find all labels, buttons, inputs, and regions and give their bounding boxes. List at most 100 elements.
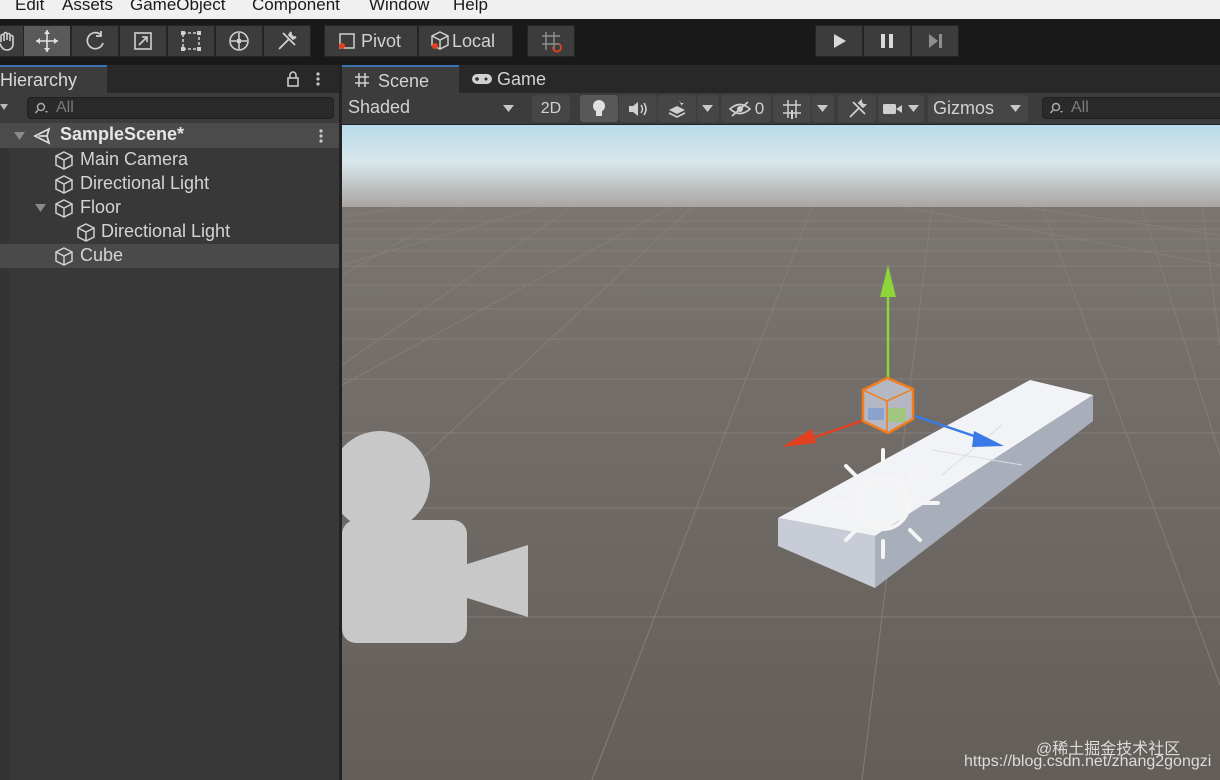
- grid-dropdown[interactable]: [812, 95, 834, 122]
- play-button[interactable]: [815, 25, 863, 57]
- local-label: Local: [452, 30, 496, 51]
- rotate-tool-button[interactable]: [71, 25, 119, 57]
- search-placeholder: All: [56, 99, 74, 116]
- gamepad-icon: [472, 74, 492, 84]
- menu-edit[interactable]: Edit: [15, 0, 44, 15]
- step-icon: [929, 34, 942, 48]
- menu-assets[interactable]: Assets: [62, 0, 113, 15]
- scene-visibility-toggle[interactable]: 0: [721, 95, 771, 122]
- effects-dropdown[interactable]: [697, 95, 719, 122]
- scene-search-input[interactable]: All: [1042, 97, 1220, 119]
- skybox: [342, 125, 1220, 207]
- menu-window[interactable]: Window: [369, 0, 429, 15]
- move-arrows-icon: [36, 30, 58, 52]
- menu-gameobject[interactable]: GameObject: [130, 0, 225, 15]
- ground-plane: [342, 207, 1220, 780]
- expand-arrow-icon[interactable]: [35, 204, 47, 213]
- effects-toggle[interactable]: [658, 95, 696, 122]
- menu-bar: Edit Assets GameObject Component Window …: [0, 0, 1220, 19]
- hierarchy-item-label: Floor: [80, 197, 122, 217]
- chevron-down-icon: [702, 104, 713, 112]
- hidden-count: 0: [754, 98, 765, 118]
- tab-hierarchy[interactable]: Hierarchy: [0, 65, 107, 93]
- scene-header-row[interactable]: SampleScene*: [0, 123, 341, 148]
- hierarchy-item-label: Cube: [80, 245, 124, 265]
- pivot-toggle[interactable]: Pivot: [324, 25, 418, 57]
- scene-toolbar: Shaded 2D 0 Gizmos All: [342, 93, 1220, 125]
- gameobject-cube-icon: [55, 247, 73, 266]
- grid-snapping-button[interactable]: [527, 25, 575, 57]
- grid-snap-icon: [542, 32, 562, 53]
- scale-tool-button[interactable]: [119, 25, 167, 57]
- pause-button[interactable]: [863, 25, 911, 57]
- gameobject-cube-icon: [55, 199, 73, 218]
- hidden-eye-icon: [728, 100, 751, 117]
- scene-tab-bar: Scene Game: [342, 65, 1220, 93]
- chevron-down-icon: [817, 104, 828, 112]
- rect-tool-button[interactable]: [167, 25, 215, 57]
- hierarchy-item-floor-directional-light[interactable]: Directional Light: [0, 220, 341, 244]
- shading-mode-dropdown[interactable]: Shaded: [342, 95, 522, 122]
- gizmos-dropdown[interactable]: Gizmos: [928, 95, 1028, 122]
- hierarchy-item-label: Main Camera: [80, 149, 189, 169]
- hierarchy-item-directional-light[interactable]: Directional Light: [0, 172, 341, 196]
- tab-game-label: Game: [497, 69, 547, 89]
- rotate-icon: [86, 31, 104, 50]
- chevron-down-icon: [908, 104, 919, 112]
- menu-help[interactable]: Help: [453, 0, 488, 15]
- hierarchy-search-input[interactable]: All: [27, 97, 334, 119]
- video-camera-icon: [883, 103, 902, 114]
- 2d-label: 2D: [540, 99, 562, 117]
- tools-icon: [278, 31, 297, 50]
- hierarchy-item-floor[interactable]: Floor: [0, 196, 341, 220]
- panel-menu-icon[interactable]: [314, 71, 322, 87]
- gameobject-cube-icon: [55, 175, 73, 194]
- watermark-url: https://blog.csdn.net/zhang2gongzi: [964, 753, 1212, 770]
- hierarchy-tab-bar: Hierarchy: [0, 65, 341, 93]
- grid-toggle[interactable]: [773, 95, 811, 122]
- rect-transform-icon: [181, 31, 201, 51]
- effects-layers-icon: [668, 99, 686, 118]
- step-button[interactable]: [911, 25, 959, 57]
- search-icon: [1050, 102, 1063, 114]
- lighting-toggle[interactable]: [580, 95, 618, 122]
- scene-viewport[interactable]: @稀土掘金技术社区 https://blog.csdn.net/zhang2go…: [342, 125, 1220, 780]
- audio-toggle[interactable]: [619, 95, 657, 122]
- hierarchy-item-label: Directional Light: [101, 221, 231, 241]
- chevron-down-icon: [1010, 105, 1021, 112]
- pivot-label: Pivot: [361, 30, 402, 51]
- speaker-icon: [629, 101, 647, 116]
- transform-icon: [229, 31, 249, 51]
- lock-icon[interactable]: [286, 71, 300, 87]
- local-toggle[interactable]: Local: [418, 25, 513, 57]
- hierarchy-panel: Hierarchy All SampleScene* Main Camera D…: [0, 65, 341, 780]
- transform-tool-button[interactable]: [215, 25, 263, 57]
- editor-tools-toggle[interactable]: [838, 95, 876, 122]
- custom-tool-button[interactable]: [263, 25, 311, 57]
- gameobject-cube-icon: [55, 151, 73, 170]
- scene-name: SampleScene*: [60, 124, 185, 144]
- tab-scene[interactable]: Scene: [342, 65, 459, 93]
- gameobject-cube-icon: [77, 223, 95, 242]
- hand-tool-button[interactable]: [0, 25, 24, 57]
- pause-icon: [881, 34, 893, 48]
- create-dropdown-icon[interactable]: [0, 104, 10, 112]
- scene-menu-icon[interactable]: [317, 128, 325, 144]
- pivot-icon: [339, 33, 355, 49]
- scale-icon: [134, 32, 152, 50]
- grid-icon: [783, 99, 801, 119]
- 2d-mode-toggle[interactable]: 2D: [532, 95, 570, 122]
- hierarchy-item-label: Directional Light: [80, 173, 210, 193]
- camera-settings-toggle[interactable]: [878, 95, 924, 122]
- move-tool-button[interactable]: [23, 25, 71, 57]
- hierarchy-item-main-camera[interactable]: Main Camera: [0, 148, 341, 172]
- hierarchy-item-cube[interactable]: Cube: [0, 244, 341, 268]
- hierarchy-search-row: All: [0, 93, 341, 124]
- chevron-down-icon: [503, 105, 514, 112]
- search-icon: [35, 102, 48, 114]
- menu-component[interactable]: Component: [252, 0, 340, 15]
- tab-game[interactable]: Game: [459, 65, 559, 93]
- unity-scene-icon: [33, 127, 51, 145]
- expand-arrow-icon[interactable]: [14, 132, 26, 141]
- local-cube-icon: [431, 31, 449, 50]
